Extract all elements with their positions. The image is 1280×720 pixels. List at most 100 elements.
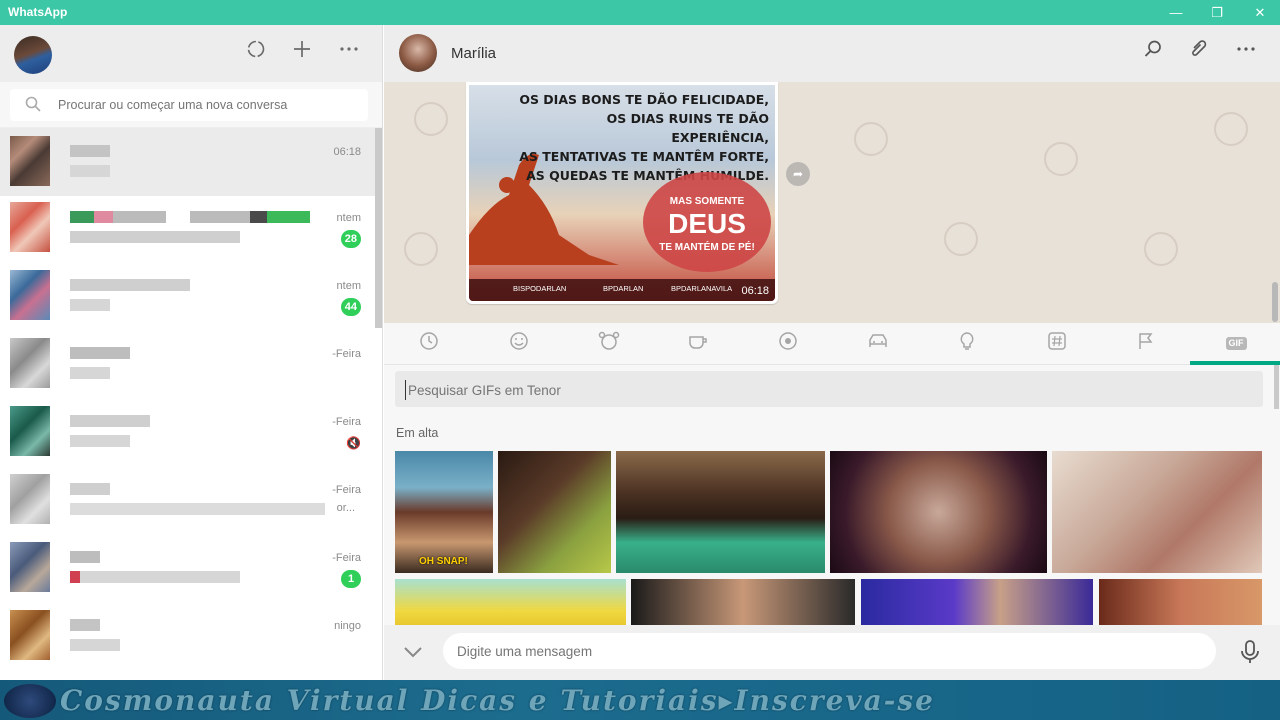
wallpaper-doodle <box>854 122 888 156</box>
search-input[interactable] <box>58 95 358 115</box>
contact-name[interactable]: Marília <box>451 45 496 62</box>
chat-item[interactable]: -Feira 🔇 <box>0 398 375 466</box>
message-input[interactable] <box>443 633 1216 669</box>
search-box[interactable] <box>10 89 368 121</box>
food-icon[interactable] <box>683 331 713 355</box>
gif-panel: Em alta OH SNAP! <box>384 365 1280 625</box>
message-image[interactable]: OS DIAS BONS TE DÃO FELICIDADE, OS DIAS … <box>469 85 775 301</box>
message-area: OS DIAS BONS TE DÃO FELICIDADE, OS DIAS … <box>384 82 1280 323</box>
gif-item[interactable] <box>861 579 1093 625</box>
animal-icon[interactable] <box>594 331 624 355</box>
maximize-button[interactable]: ❐ <box>1197 2 1237 23</box>
gif-item[interactable] <box>616 451 825 573</box>
gif-item[interactable] <box>631 579 855 625</box>
chat-time: -Feira <box>332 416 361 428</box>
new-chat-icon[interactable] <box>288 39 316 67</box>
gif-caption: OH SNAP! <box>419 556 468 567</box>
search-icon <box>25 96 41 112</box>
banner-text: Cosmonauta Virtual Dicas e Tutoriais▸Ins… <box>60 684 935 717</box>
chat-name-redacted <box>70 145 110 157</box>
gif-icon[interactable]: GIF <box>1221 331 1251 355</box>
wallpaper-doodle <box>1044 142 1078 176</box>
chat-name-redacted <box>70 415 150 427</box>
bulb-icon[interactable] <box>952 331 982 355</box>
chat-list-scrollbar[interactable] <box>375 128 382 328</box>
close-button[interactable]: ✕ <box>1240 2 1280 23</box>
chat-item[interactable]: ningo <box>0 602 375 670</box>
gif-item[interactable] <box>830 451 1047 573</box>
minimize-button[interactable]: — <box>1156 2 1196 23</box>
contact-avatar <box>10 270 50 320</box>
instagram-handle: BPDARLAN <box>603 284 644 293</box>
wallpaper-doodle <box>944 222 978 256</box>
chat-preview-redacted <box>70 639 120 651</box>
chat-time: ningo <box>334 620 361 632</box>
quote-highlight: MAS SOMENTE DEUS TE MANTÉM DE PÉ! <box>643 172 771 272</box>
message-time: 06:18 <box>741 285 769 297</box>
chat-name-redacted <box>70 347 130 359</box>
flag-icon[interactable] <box>1131 331 1161 355</box>
sports-icon[interactable] <box>773 331 803 355</box>
chat-list: 06:18 ntem 28 ntem 44 -Feira -Feira 🔇 -F… <box>0 128 375 720</box>
chat-preview-fragment: or... <box>336 502 355 514</box>
chat-item[interactable]: -Feira 1 <box>0 534 375 602</box>
chat-name-redacted <box>70 483 110 495</box>
gif-item[interactable] <box>1099 579 1262 625</box>
search-icon[interactable] <box>1139 39 1167 67</box>
unread-badge: 1 <box>341 570 361 588</box>
car-icon[interactable] <box>863 331 893 355</box>
gif-item[interactable] <box>498 451 611 573</box>
image-message[interactable]: OS DIAS BONS TE DÃO FELICIDADE, OS DIAS … <box>466 82 778 304</box>
chat-preview-redacted <box>70 231 240 243</box>
facebook-handle: BISPODARLAN <box>513 284 567 293</box>
composer-bar <box>384 625 1280 680</box>
left-header <box>0 25 382 82</box>
menu-icon[interactable] <box>335 39 363 67</box>
menu-icon[interactable] <box>1232 39 1260 67</box>
contact-avatar <box>10 542 50 592</box>
gif-scrollbar[interactable] <box>1274 365 1279 409</box>
gif-search-box[interactable] <box>395 371 1263 407</box>
chat-name-redacted <box>70 551 100 563</box>
contact-avatar[interactable] <box>399 34 437 72</box>
chat-time: -Feira <box>332 552 361 564</box>
chat-time: 06:18 <box>333 146 361 158</box>
search-area <box>0 82 382 128</box>
chat-time: -Feira <box>332 348 361 360</box>
chat-preview-redacted <box>70 165 110 177</box>
chat-item[interactable]: -Feira or... <box>0 466 375 534</box>
wallpaper-doodle <box>404 232 438 266</box>
smiley-icon[interactable] <box>504 331 534 355</box>
chat-time: ntem <box>336 280 361 292</box>
my-avatar[interactable] <box>14 36 52 74</box>
symbols-icon[interactable] <box>1042 331 1072 355</box>
gif-item[interactable]: OH SNAP! <box>395 451 493 573</box>
chat-time: -Feira <box>332 484 361 496</box>
attach-icon[interactable] <box>1185 39 1213 67</box>
channel-banner: Cosmonauta Virtual Dicas e Tutoriais▸Ins… <box>0 680 1280 720</box>
chat-item[interactable]: 06:18 <box>0 128 375 196</box>
chat-preview-redacted <box>70 435 130 447</box>
chat-item[interactable]: -Feira <box>0 330 375 398</box>
chat-time: ntem <box>336 212 361 224</box>
wallpaper-doodle <box>1214 112 1248 146</box>
twitter-handle: BPDARLANAVILA <box>671 284 733 293</box>
unread-badge: 28 <box>340 230 361 248</box>
message-scrollbar[interactable] <box>1272 282 1278 322</box>
gif-item[interactable] <box>1052 451 1262 573</box>
wallpaper-doodle <box>1144 232 1178 266</box>
recent-icon[interactable] <box>414 331 444 355</box>
gif-item[interactable] <box>395 579 626 625</box>
conversation-panel: Marília OS DIAS BONS TE DÃO FELICIDADE, … <box>384 25 1280 720</box>
gif-search-input[interactable] <box>405 380 1245 400</box>
contact-avatar <box>10 202 50 252</box>
forward-icon[interactable]: ➦ <box>786 162 810 186</box>
chat-item[interactable]: ntem 44 <box>0 262 375 330</box>
status-icon[interactable] <box>242 39 270 67</box>
chat-item[interactable]: ntem 28 <box>0 194 375 262</box>
contact-avatar <box>10 338 50 388</box>
muted-icon: 🔇 <box>346 436 361 450</box>
microphone-icon[interactable] <box>1239 639 1261 665</box>
emoji-tabs: GIF <box>384 323 1280 365</box>
chevron-down-icon[interactable] <box>401 640 425 664</box>
